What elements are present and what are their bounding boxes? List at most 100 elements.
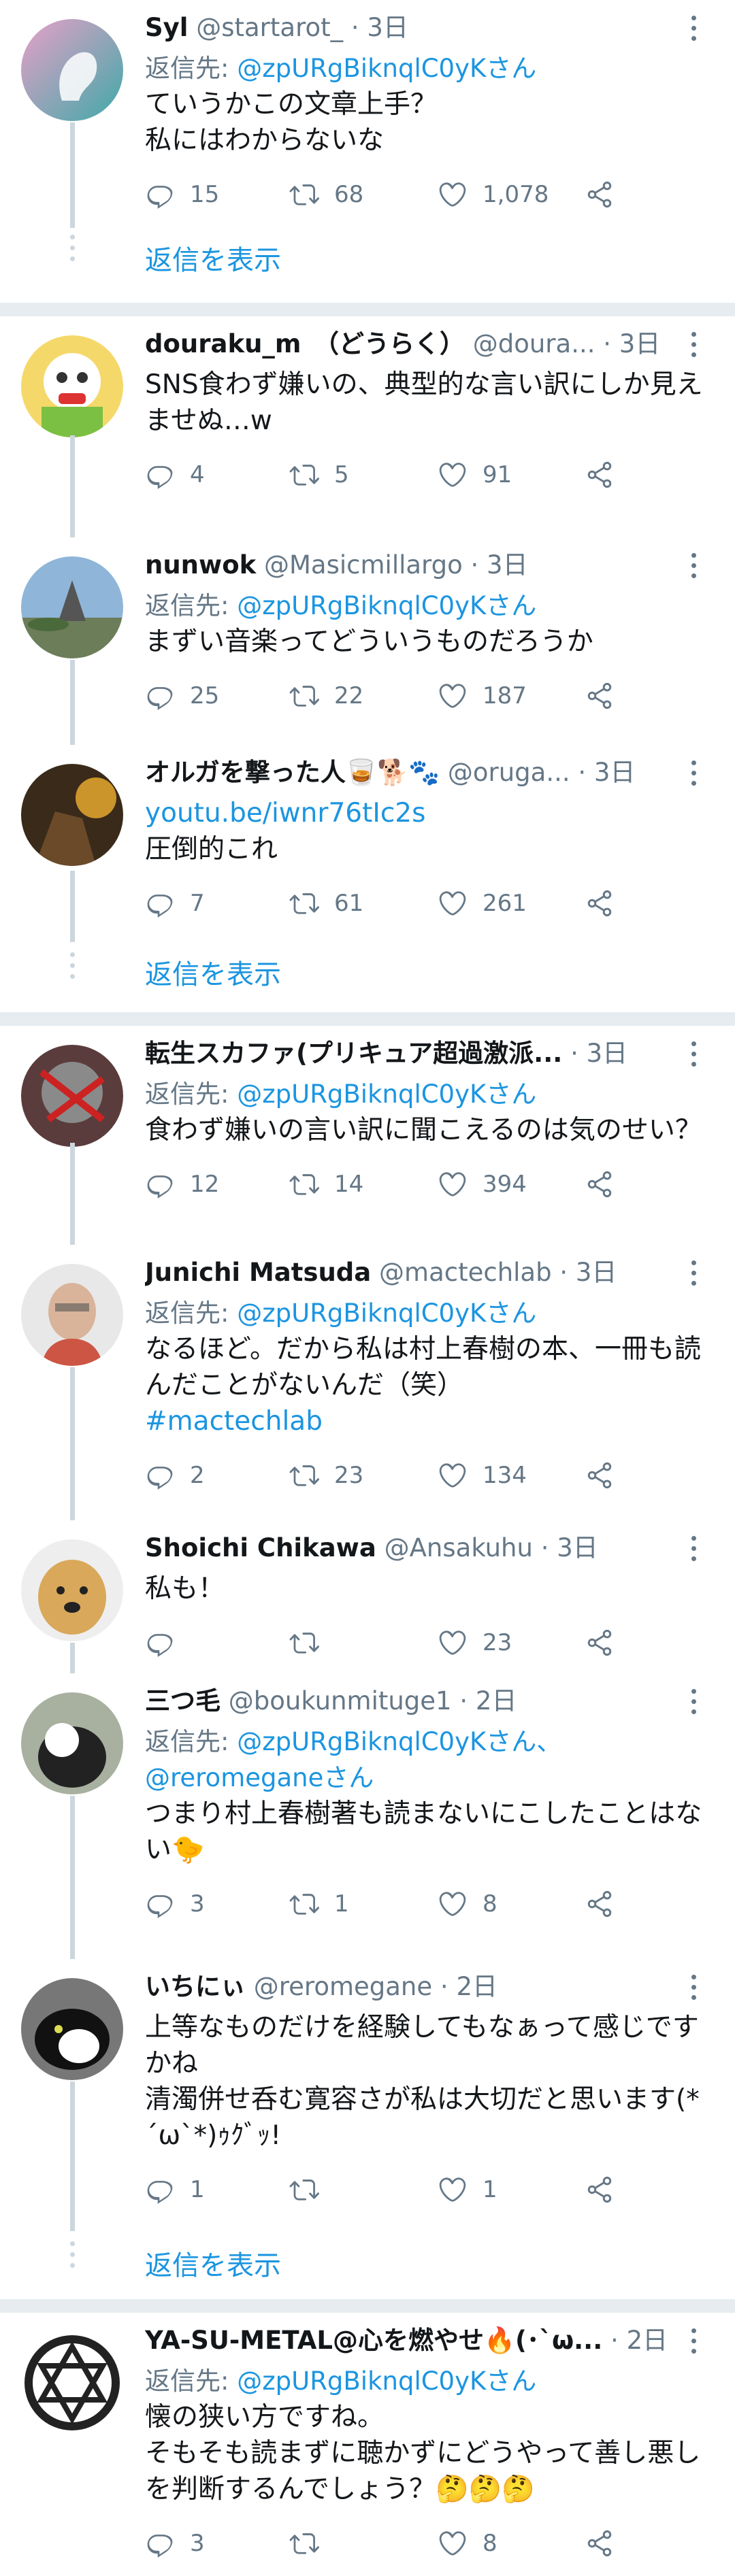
- replying-to-link-2[interactable]: @reromeganeさん: [145, 1763, 374, 1792]
- more-icon[interactable]: [681, 1679, 708, 1724]
- share-button[interactable]: [585, 451, 615, 499]
- like-button[interactable]: 8: [438, 1880, 497, 1928]
- avatar[interactable]: [21, 1692, 123, 1794]
- more-icon[interactable]: [681, 1964, 708, 2009]
- timestamp[interactable]: 2日: [476, 1686, 517, 1716]
- avatar[interactable]: [21, 764, 123, 866]
- more-icon[interactable]: [681, 322, 708, 367]
- timestamp[interactable]: 3日: [619, 329, 661, 358]
- timestamp[interactable]: 3日: [557, 1533, 598, 1562]
- display-name[interactable]: Junichi Matsuda: [145, 1258, 371, 1287]
- share-button[interactable]: [585, 1160, 615, 1208]
- more-icon[interactable]: [681, 1250, 708, 1295]
- show-replies-link[interactable]: 返信を表示: [145, 238, 281, 278]
- user-handle[interactable]: @oruga...: [448, 758, 570, 787]
- share-button[interactable]: [585, 1619, 615, 1667]
- more-icon[interactable]: [681, 543, 708, 588]
- user-handle[interactable]: @startarot_: [196, 13, 343, 42]
- more-icon[interactable]: [681, 1031, 708, 1076]
- reply-button[interactable]: 3: [145, 1880, 205, 1928]
- display-name[interactable]: Shoichi Chikawa: [145, 1533, 376, 1562]
- tweet-link[interactable]: youtu.be/iwnr76tIc2s: [145, 798, 425, 829]
- more-icon[interactable]: [681, 2318, 708, 2363]
- like-button[interactable]: 261: [438, 880, 527, 927]
- retweet-button[interactable]: 5: [289, 451, 349, 499]
- avatar[interactable]: [21, 19, 123, 121]
- timestamp[interactable]: 3日: [594, 758, 636, 787]
- like-button[interactable]: 1: [438, 2166, 497, 2213]
- retweet-button[interactable]: 22: [289, 672, 363, 720]
- like-button[interactable]: 187: [438, 672, 527, 720]
- replying-to-link[interactable]: @zpURgBiknqlC0yKさん: [237, 1080, 536, 1109]
- more-icon[interactable]: [681, 5, 708, 50]
- display-name[interactable]: YA-SU-METAL@心を燃やせ🔥(･`ω...: [145, 2326, 602, 2355]
- reply-button[interactable]: 4: [145, 451, 205, 499]
- retweet-button[interactable]: 68: [289, 171, 363, 218]
- timestamp[interactable]: 2日: [456, 1972, 497, 2001]
- user-handle[interactable]: @Masicmillargo: [264, 550, 463, 580]
- like-button[interactable]: 23: [438, 1619, 512, 1667]
- share-button[interactable]: [585, 2166, 615, 2213]
- share-button[interactable]: [585, 1452, 615, 1499]
- like-button[interactable]: 134: [438, 1452, 527, 1499]
- like-button[interactable]: 394: [438, 1160, 527, 1208]
- user-handle[interactable]: @mactechlab: [379, 1258, 552, 1287]
- share-button[interactable]: [585, 880, 615, 927]
- share-button[interactable]: [585, 672, 615, 720]
- user-handle[interactable]: @Ansakuhu: [385, 1533, 533, 1562]
- more-icon[interactable]: [681, 1526, 708, 1571]
- display-name[interactable]: いちにぃ: [145, 1972, 246, 2001]
- display-name[interactable]: douraku_m （どうらく）: [145, 329, 465, 358]
- more-icon[interactable]: [681, 750, 708, 795]
- retweet-button[interactable]: 23: [289, 1452, 363, 1499]
- reply-button[interactable]: 3: [145, 2520, 205, 2567]
- like-button[interactable]: 8: [438, 2520, 497, 2567]
- avatar[interactable]: [21, 2332, 123, 2434]
- avatar[interactable]: [21, 335, 123, 437]
- avatar[interactable]: [21, 1264, 123, 1366]
- tweet-hashtag[interactable]: #mactechlab: [145, 1406, 323, 1437]
- timestamp[interactable]: 3日: [587, 1039, 628, 1068]
- timestamp[interactable]: 3日: [576, 1258, 617, 1287]
- reply-button[interactable]: 7: [145, 880, 205, 927]
- replying-to-link[interactable]: @zpURgBiknqlC0yKさん、: [237, 1727, 561, 1756]
- reply-button[interactable]: 15: [145, 171, 219, 218]
- reply-button[interactable]: 12: [145, 1160, 219, 1208]
- retweet-button[interactable]: [289, 2520, 334, 2567]
- share-button[interactable]: [585, 2520, 615, 2567]
- share-button[interactable]: [585, 171, 615, 218]
- avatar[interactable]: [21, 556, 123, 658]
- reply-button[interactable]: [145, 1619, 190, 1667]
- avatar[interactable]: [21, 1045, 123, 1147]
- retweet-button[interactable]: 1: [289, 1880, 349, 1928]
- timestamp[interactable]: 2日: [627, 2326, 668, 2355]
- user-handle[interactable]: @doura...: [473, 329, 595, 358]
- like-button[interactable]: 1,078: [438, 171, 549, 218]
- like-button[interactable]: 91: [438, 451, 512, 499]
- replying-to-link[interactable]: @zpURgBiknqlC0yKさん: [237, 1299, 536, 1328]
- avatar[interactable]: [21, 1539, 123, 1641]
- display-name[interactable]: 転生スカファ(プリキュア超過激派...: [145, 1039, 562, 1068]
- reply-button[interactable]: 1: [145, 2166, 205, 2213]
- timestamp[interactable]: 3日: [367, 13, 408, 42]
- display-name[interactable]: オルガを撃った人🥃🐕🐾: [145, 758, 440, 787]
- retweet-button[interactable]: 14: [289, 1160, 363, 1208]
- user-handle[interactable]: @boukunmituge1: [229, 1686, 452, 1716]
- display-name[interactable]: 三つ毛: [145, 1686, 220, 1716]
- replying-to-link[interactable]: @zpURgBiknqlC0yKさん: [237, 54, 536, 83]
- user-handle[interactable]: @reromegane: [254, 1972, 432, 2001]
- retweet-button[interactable]: 61: [289, 880, 363, 927]
- share-button[interactable]: [585, 1880, 615, 1928]
- retweet-button[interactable]: [289, 1619, 334, 1667]
- display-name[interactable]: Syl: [145, 13, 188, 42]
- reply-button[interactable]: 2: [145, 1452, 205, 1499]
- display-name[interactable]: nunwok: [145, 550, 256, 580]
- replying-to-link[interactable]: @zpURgBiknqlC0yKさん: [237, 591, 536, 620]
- avatar[interactable]: [21, 1978, 123, 2080]
- timestamp[interactable]: 3日: [487, 550, 528, 580]
- show-replies-link[interactable]: 返信を表示: [145, 952, 281, 992]
- show-replies-link[interactable]: 返信を表示: [145, 2243, 281, 2283]
- replying-to-link[interactable]: @zpURgBiknqlC0yKさん: [237, 2366, 536, 2396]
- reply-button[interactable]: 25: [145, 672, 219, 720]
- retweet-button[interactable]: [289, 2166, 334, 2213]
